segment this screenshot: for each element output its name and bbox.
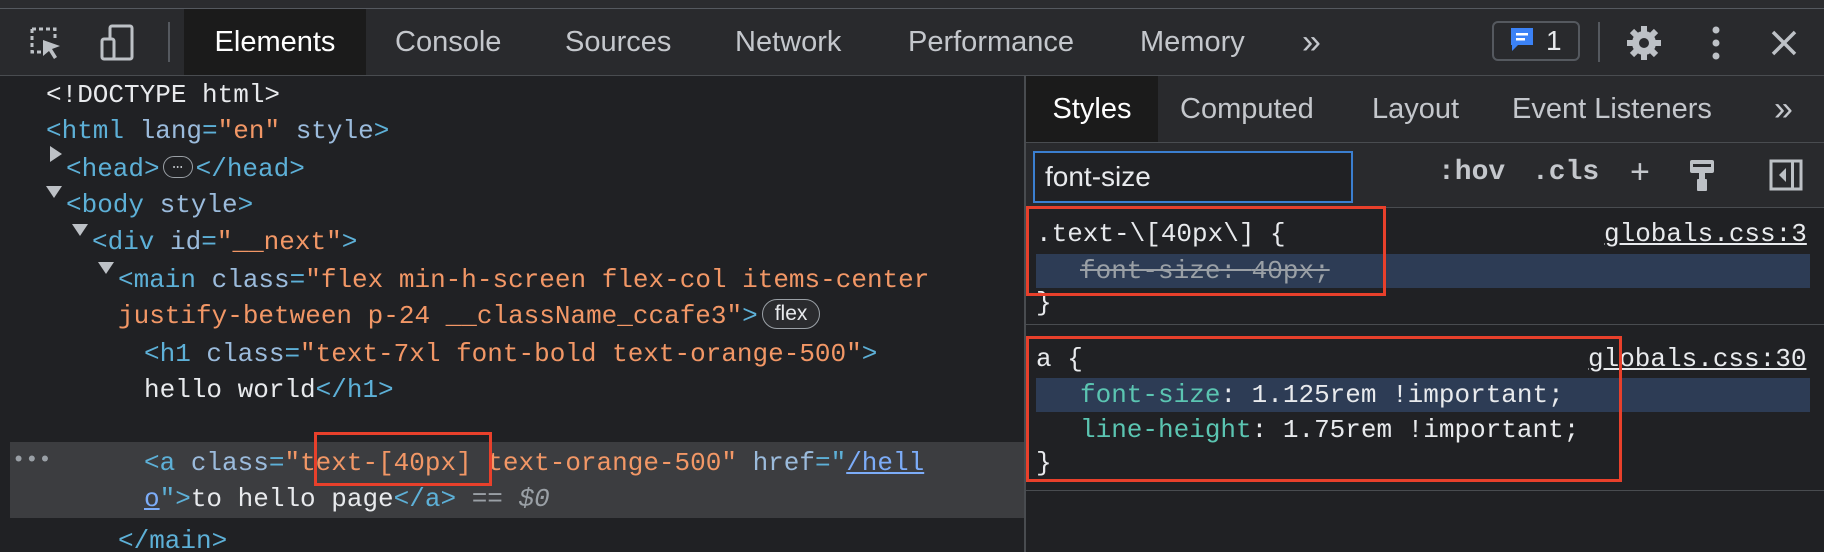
- collapse-body-icon[interactable]: [46, 186, 62, 198]
- h1-node[interactable]: <h1 class="text-7xl font-bold text-orang…: [144, 335, 877, 373]
- window-top-strip: [0, 0, 1824, 9]
- rule-separator: [1026, 324, 1824, 325]
- styles-subtabs: Styles Computed Layout Event Listeners »: [1026, 76, 1824, 143]
- tab-event-listeners[interactable]: Event Listeners: [1512, 76, 1712, 142]
- styles-filter-input[interactable]: [1033, 151, 1353, 203]
- collapse-div-icon[interactable]: [72, 224, 88, 236]
- tab-layout[interactable]: Layout: [1372, 76, 1459, 142]
- head-node[interactable]: <head>… </head>: [66, 150, 305, 188]
- href-link-cont[interactable]: o: [144, 484, 160, 514]
- tab-memory[interactable]: Memory: [1140, 9, 1245, 75]
- tab-computed[interactable]: Computed: [1180, 76, 1314, 142]
- toolbar-separator-2: [1598, 22, 1600, 62]
- more-tabs-icon[interactable]: »: [1302, 9, 1321, 75]
- h1-node-cont[interactable]: hello world</h1>: [144, 371, 394, 409]
- tab-performance[interactable]: Performance: [908, 9, 1074, 75]
- inspect-element-icon[interactable]: [24, 21, 68, 65]
- tab-sources[interactable]: Sources: [565, 9, 671, 75]
- expand-head-icon[interactable]: [50, 146, 62, 162]
- collapse-main-icon[interactable]: [98, 262, 114, 274]
- main-close-node[interactable]: </main>: [118, 522, 227, 552]
- devtools-toolbar: Elements Console Sources Network Perform…: [0, 9, 1824, 76]
- toggle-sidebar-icon[interactable]: [1766, 155, 1806, 195]
- doctype-line[interactable]: <!DOCTYPE html>: [46, 76, 280, 114]
- href-link[interactable]: /hell: [846, 448, 924, 478]
- body-node[interactable]: <body style>: [66, 186, 253, 224]
- message-icon: [1508, 25, 1536, 58]
- cls-toggle-button[interactable]: .cls: [1532, 157, 1599, 188]
- paint-brush-icon[interactable]: [1682, 155, 1722, 195]
- styles-filter-bar: :hov .cls +: [1026, 143, 1824, 208]
- hov-toggle-button[interactable]: :hov: [1438, 157, 1505, 188]
- device-toolbar-icon[interactable]: [96, 21, 140, 65]
- settings-gear-icon[interactable]: [1622, 21, 1666, 65]
- main-node-cont[interactable]: justify-between p-24 __className_ccafe3"…: [118, 297, 821, 335]
- styles-pane: Styles Computed Layout Event Listeners »…: [1026, 76, 1824, 552]
- rule2-annotation-box: [1026, 336, 1622, 482]
- more-subtabs-icon[interactable]: »: [1774, 76, 1793, 142]
- rule1-annotation-box: [1026, 206, 1386, 296]
- issues-badge[interactable]: 1: [1492, 21, 1580, 61]
- elements-dom-tree: <!DOCTYPE html> <html lang="en" style> <…: [10, 76, 1024, 552]
- row-dots-icon[interactable]: •••: [12, 442, 52, 480]
- main-node[interactable]: <main class="flex min-h-screen flex-col …: [118, 261, 929, 299]
- html-node[interactable]: <html lang="en" style>: [46, 112, 389, 150]
- close-icon[interactable]: [1762, 21, 1806, 65]
- toolbar-separator: [168, 22, 170, 62]
- more-options-icon[interactable]: [1694, 21, 1738, 65]
- flex-badge[interactable]: flex: [761, 299, 821, 330]
- tab-console[interactable]: Console: [395, 9, 501, 75]
- tab-network[interactable]: Network: [735, 9, 841, 75]
- new-style-rule-button[interactable]: +: [1630, 153, 1650, 192]
- a-node[interactable]: <a class="text-[40px] text-orange-500" h…: [144, 444, 924, 482]
- tab-elements[interactable]: Elements: [184, 9, 366, 75]
- tab-styles[interactable]: Styles: [1026, 76, 1158, 142]
- rule1-source-link[interactable]: globals.css:3: [1604, 217, 1807, 251]
- div-next-node[interactable]: <div id="__next">: [92, 223, 357, 261]
- rule-separator-2: [1026, 490, 1824, 491]
- collapsed-children-icon[interactable]: …: [162, 155, 193, 179]
- highlight-class-annotation: [314, 432, 492, 486]
- issues-count: 1: [1546, 25, 1562, 56]
